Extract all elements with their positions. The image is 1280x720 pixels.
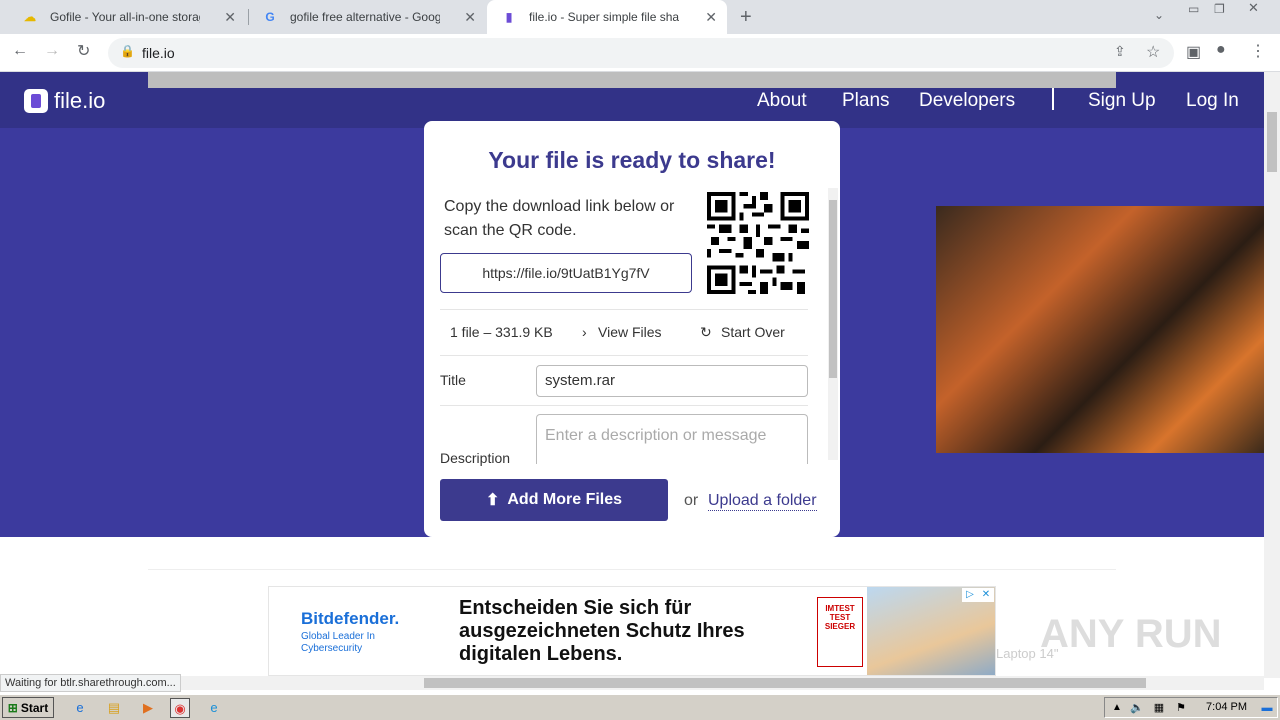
ad-close-icon[interactable]: ✕ (978, 588, 994, 602)
address-bar[interactable]: 🔒 file.io ⇪ ☆ (108, 38, 1174, 68)
media-player-icon[interactable]: ▶ (138, 698, 158, 718)
divider (440, 355, 808, 356)
site-logo[interactable]: file.io (24, 88, 105, 114)
tab-title: Gofile - Your all-in-one storage soluti (50, 10, 200, 24)
profile-icon[interactable]: ● (1216, 41, 1226, 59)
new-tab-button[interactable]: + (740, 6, 752, 29)
address-text[interactable]: file.io (142, 45, 175, 61)
chevron-right-icon[interactable]: › (582, 324, 587, 340)
description-input[interactable]: Enter a description or message (536, 414, 808, 464)
tab-strip: ☁ Gofile - Your all-in-one storage solut… (0, 0, 1280, 34)
menu-icon[interactable]: ⋮ (1250, 41, 1266, 61)
chrome-icon[interactable]: ◉ (170, 698, 190, 718)
clock[interactable]: 7:04 PM (1206, 701, 1247, 713)
horizontal-scrollbar[interactable] (0, 676, 1264, 690)
network-icon[interactable]: ▦ (1149, 698, 1169, 718)
share-icon[interactable]: ⇪ (1114, 43, 1126, 60)
scrollbar-thumb[interactable] (829, 200, 837, 378)
ad-headline: Entscheiden Sie sich für ausgezeichneten… (459, 597, 745, 665)
watermark: ANY RUN (1040, 612, 1222, 656)
refresh-icon[interactable]: ↻ (700, 324, 712, 341)
share-card: Your file is ready to share! Copy the do… (424, 121, 840, 537)
taskbar: ⊞ Start e ▤ ▶ ◉ e ▲ 🔈 ▦ ⚑ 7:04 PM ▬ (0, 694, 1280, 720)
ad-choices[interactable]: ▷ ✕ (962, 588, 994, 602)
page-scrollbar[interactable] (1264, 72, 1280, 678)
title-label: Title (440, 372, 466, 388)
upload-icon: ⬆ (485, 492, 500, 509)
close-tab-icon[interactable]: ✕ (224, 9, 236, 26)
nav-about[interactable]: About (757, 90, 807, 112)
divider (440, 309, 808, 310)
start-over-link[interactable]: Start Over (721, 324, 785, 340)
nav-divider (1052, 88, 1054, 110)
close-tab-icon[interactable]: ✕ (464, 9, 476, 26)
start-button[interactable]: ⊞ Start (2, 697, 54, 718)
nav-log-in[interactable]: Log In (1186, 90, 1239, 112)
ad-brand: Bitdefender. (301, 609, 400, 628)
card-scrollbar[interactable] (828, 188, 838, 460)
ad-tagline: Global Leader In Cybersecurity (301, 631, 375, 654)
site-header: file.io About Plans Developers Sign Up L… (0, 72, 1264, 128)
fileio-favicon-icon: ▮ (505, 10, 513, 24)
top-ad-placeholder (148, 72, 1116, 88)
google-favicon-icon: G (265, 10, 275, 24)
hero-section: file.io About Plans Developers Sign Up L… (0, 72, 1264, 537)
logo-text: file.io (54, 88, 106, 113)
nav-sign-up[interactable]: Sign Up (1088, 90, 1156, 112)
card-title: Your file is ready to share! (488, 147, 776, 173)
add-more-files-button[interactable]: ⬆ Add More Files (440, 479, 668, 521)
or-text: or (684, 492, 699, 509)
scrollbar-thumb[interactable] (1267, 112, 1277, 172)
title-input[interactable]: system.rar (536, 365, 808, 397)
fileio-logo-icon (24, 89, 48, 113)
tab-title: gofile free alternative - Google Such (290, 10, 440, 24)
tab-title: file.io - Super simple file sharing (529, 10, 679, 24)
tab-google[interactable]: G gofile free alternative - Google Such … (248, 0, 486, 34)
explorer-icon[interactable]: ▤ (104, 698, 124, 718)
browser-toolbar: ← → ↻ 🔒 file.io ⇪ ☆ ▣ ● ⋮ (0, 34, 1280, 72)
add-more-files-label: Add More Files (507, 491, 623, 508)
bookmark-star-icon[interactable]: ☆ (1146, 42, 1160, 62)
flag-icon[interactable]: ⚑ (1171, 698, 1191, 718)
edge-icon[interactable]: e (204, 698, 224, 718)
tab-fileio[interactable]: ▮ file.io - Super simple file sharing ✕ (487, 0, 727, 34)
close-tab-icon[interactable]: ✕ (705, 9, 717, 26)
windows-logo-icon: ⊞ (7, 700, 18, 715)
qr-code (707, 192, 809, 294)
nav-developers[interactable]: Developers (919, 90, 1015, 112)
lock-icon[interactable]: 🔒 (120, 44, 135, 58)
close-window-icon[interactable]: ✕ (1248, 0, 1259, 16)
start-label: Start (20, 700, 49, 715)
download-link-field[interactable]: https://file.io/9tUatB1Yg7fV (440, 253, 692, 293)
scrollbar-thumb[interactable] (424, 678, 1146, 688)
ad-test-badge: IMTEST TEST SIEGER (817, 597, 863, 667)
restore-icon[interactable]: ❐ (1214, 2, 1225, 16)
tab-gofile[interactable]: ☁ Gofile - Your all-in-one storage solut… (8, 0, 246, 34)
description-label: Description (440, 450, 511, 466)
reload-icon[interactable]: ↻ (77, 41, 90, 61)
nav-plans[interactable]: Plans (842, 90, 890, 112)
upload-folder-link[interactable]: Upload a folder (708, 492, 817, 511)
volume-icon[interactable]: 🔈 (1127, 698, 1147, 718)
page-viewport: file.io About Plans Developers Sign Up L… (0, 72, 1264, 690)
gofile-favicon-icon: ☁ (24, 10, 36, 24)
bitdefender-ad[interactable]: Bitdefender. Global Leader In Cybersecur… (268, 586, 996, 676)
instructions-text: Copy the download link below or scan the… (444, 198, 675, 239)
tray-expand-icon[interactable]: ▲ (1107, 698, 1127, 718)
forward-icon[interactable]: → (44, 42, 60, 60)
file-summary: 1 file – 331.9 KB (450, 324, 553, 340)
minimize-icon[interactable]: ▭ (1188, 2, 1199, 16)
view-files-link[interactable]: View Files (598, 324, 662, 340)
status-bubble: Waiting for btlr.sharethrough.com... (0, 674, 181, 692)
side-panel-icon[interactable]: ▣ (1186, 42, 1201, 62)
video-ad-thumbnail[interactable] (936, 206, 1264, 453)
show-desktop-icon[interactable]: ▬ (1257, 698, 1277, 718)
tab-search-icon[interactable]: ⌄ (1154, 8, 1164, 22)
back-icon[interactable]: ← (12, 42, 28, 60)
divider (440, 405, 808, 406)
ie-icon[interactable]: e (70, 698, 90, 718)
adchoices-icon[interactable]: ▷ (962, 588, 978, 602)
system-tray: ▲ 🔈 ▦ ⚑ 7:04 PM ▬ (1104, 697, 1278, 718)
